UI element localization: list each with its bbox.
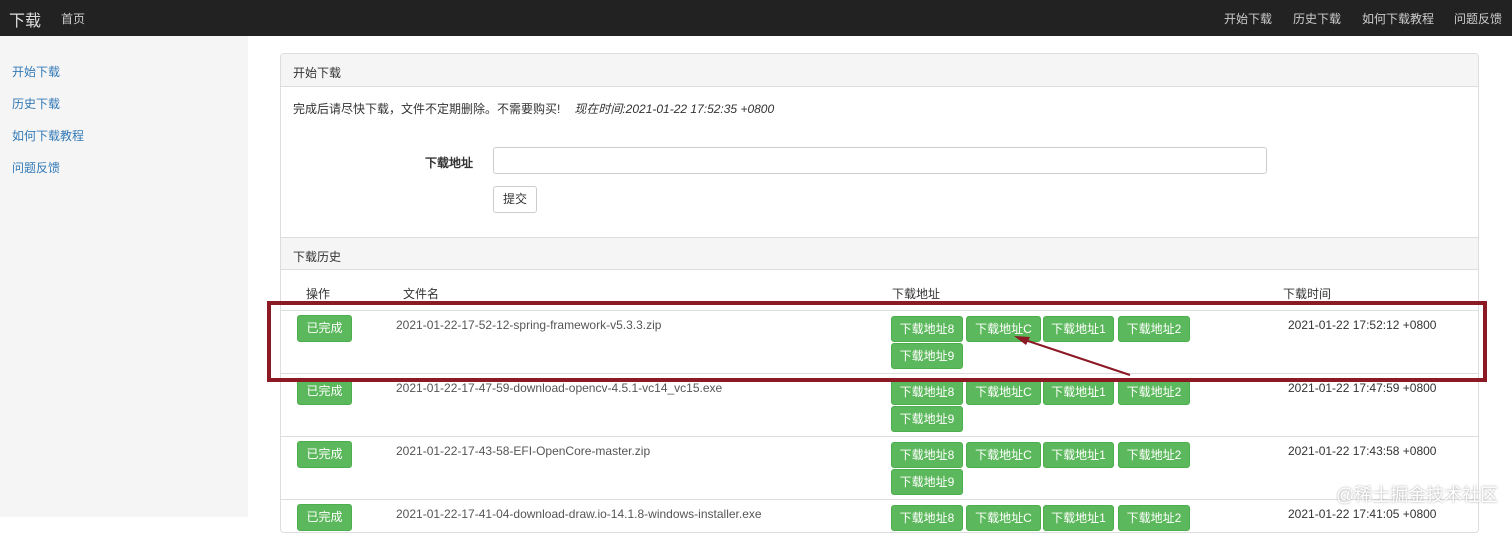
nav-start-download[interactable]: 开始下载	[1224, 10, 1272, 27]
brand-logo[interactable]: 下载	[9, 7, 41, 31]
download-link-button[interactable]: 下载地址1	[1043, 505, 1114, 531]
download-link-button[interactable]: 下载地址2	[1118, 442, 1190, 468]
notice-message: 完成后请尽快下载，文件不定期删除。不需要购买!	[293, 102, 561, 116]
completed-button[interactable]: 已完成	[297, 378, 352, 405]
download-link-button[interactable]: 下载地址8	[891, 379, 963, 405]
completed-button[interactable]: 已完成	[297, 504, 352, 531]
history-panel-title: 下载历史	[293, 250, 342, 264]
download-link-button[interactable]: 下载地址C	[966, 379, 1041, 405]
nav-history[interactable]: 历史下载	[1293, 10, 1341, 27]
sidebar: 开始下载 历史下载 如何下载教程 问题反馈	[0, 36, 248, 517]
nav-home-link[interactable]: 首页	[61, 10, 85, 27]
download-link-button[interactable]: 下载地址2	[1118, 505, 1190, 531]
sidebar-item-start[interactable]: 开始下载	[12, 63, 60, 80]
row-divider	[281, 436, 1478, 437]
column-header-filename: 文件名	[403, 287, 440, 301]
nav-feedback[interactable]: 问题反馈	[1454, 10, 1502, 27]
column-header-links: 下载地址	[892, 287, 941, 301]
download-link-button[interactable]: 下载地址C	[966, 442, 1041, 468]
notice-text: 完成后请尽快下载，文件不定期删除。不需要购买! 现在时间:2021-01-22 1…	[293, 100, 774, 117]
current-time: 现在时间:2021-01-22 17:52:35 +0800	[574, 102, 775, 116]
url-label: 下载地址	[425, 156, 474, 170]
top-navbar: 下载 首页 开始下载 历史下载 如何下载教程 问题反馈	[0, 0, 1512, 36]
download-time: 2021-01-22 17:47:59 +0800	[1288, 381, 1437, 395]
download-link-button[interactable]: 下载地址9	[891, 406, 963, 432]
main-panel: 开始下载 完成后请尽快下载，文件不定期删除。不需要购买! 现在时间:2021-01…	[280, 53, 1479, 533]
start-panel-title: 开始下载	[293, 66, 342, 80]
download-time: 2021-01-22 17:41:05 +0800	[1288, 507, 1437, 521]
file-name: 2021-01-22-17-43-58-EFI-OpenCore-master.…	[396, 444, 651, 458]
file-name: 2021-01-22-17-41-04-download-draw.io-14.…	[396, 507, 762, 521]
download-link-button[interactable]: 下载地址2	[1118, 379, 1190, 405]
download-time: 2021-01-22 17:43:58 +0800	[1288, 444, 1437, 458]
sidebar-item-tutorial[interactable]: 如何下载教程	[12, 127, 84, 144]
watermark: @稀土掘金技术社区	[1336, 485, 1499, 505]
row-divider	[281, 499, 1478, 500]
column-header-action: 操作	[306, 287, 331, 301]
start-panel-heading: 开始下载	[281, 54, 1478, 87]
submit-button[interactable]: 提交	[493, 186, 537, 213]
highlight-box	[267, 301, 1487, 382]
download-link-button[interactable]: 下载地址8	[891, 442, 963, 468]
history-panel-heading: 下载历史	[281, 237, 1478, 270]
download-link-button[interactable]: 下载地址8	[891, 505, 963, 531]
file-name: 2021-01-22-17-47-59-download-opencv-4.5.…	[396, 381, 723, 395]
sidebar-item-feedback[interactable]: 问题反馈	[12, 159, 60, 176]
download-link-button[interactable]: 下载地址9	[891, 469, 963, 495]
download-link-button[interactable]: 下载地址1	[1043, 379, 1114, 405]
download-link-button[interactable]: 下载地址1	[1043, 442, 1114, 468]
sidebar-item-history[interactable]: 历史下载	[12, 95, 60, 112]
download-link-button[interactable]: 下载地址C	[966, 505, 1041, 531]
url-input[interactable]	[493, 147, 1267, 174]
completed-button[interactable]: 已完成	[297, 441, 352, 468]
nav-tutorial[interactable]: 如何下载教程	[1362, 10, 1434, 27]
column-header-time: 下载时间	[1283, 287, 1332, 301]
